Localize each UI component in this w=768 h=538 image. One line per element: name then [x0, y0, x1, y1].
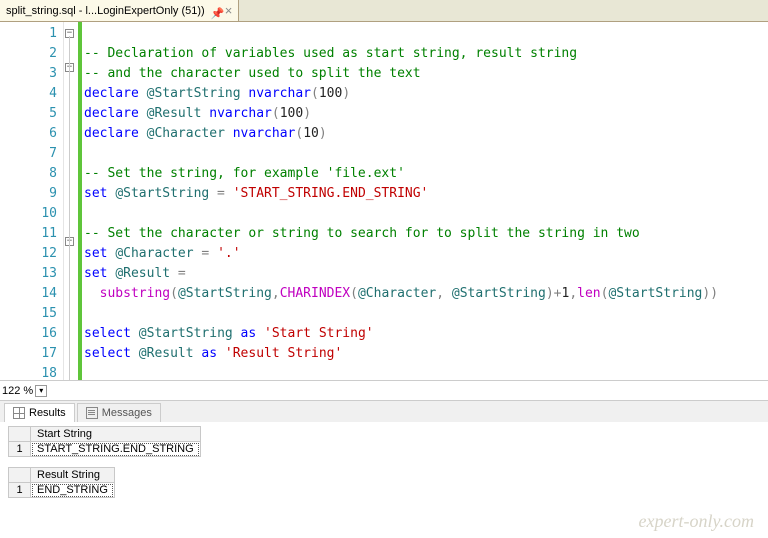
tab-messages-label: Messages: [102, 407, 152, 419]
pin-icon[interactable]: 📌: [211, 7, 219, 15]
line-number-gutter: 123 456 789 101112 131415 161718: [0, 22, 64, 380]
watermark: expert-only.com: [639, 511, 754, 532]
tab-results-label: Results: [29, 407, 66, 419]
close-icon[interactable]: ×: [225, 3, 233, 18]
tab-title: split_string.sql - l...LoginExpertOnly (…: [6, 5, 205, 17]
code-editor[interactable]: 123 456 789 101112 131415 161718 − − − -…: [0, 22, 768, 380]
tab-bar: split_string.sql - l...LoginExpertOnly (…: [0, 0, 768, 22]
result-cell[interactable]: START_STRING.END_STRING: [31, 442, 201, 457]
corner-cell: [9, 468, 31, 483]
results-pane: Start String 1START_STRING.END_STRING Re…: [0, 422, 768, 498]
tab-messages[interactable]: Messages: [77, 403, 161, 422]
column-header[interactable]: Result String: [31, 468, 115, 483]
messages-icon: [86, 407, 98, 419]
results-tab-bar: Results Messages: [0, 400, 768, 422]
zoom-bar: 122 % ▾: [0, 380, 768, 400]
result-grid-2[interactable]: Result String 1END_STRING: [8, 467, 115, 498]
result-cell[interactable]: END_STRING: [31, 483, 115, 498]
code-area[interactable]: -- Declaration of variables used as star…: [82, 22, 768, 380]
row-header[interactable]: 1: [9, 442, 31, 457]
zoom-dropdown[interactable]: ▾: [35, 385, 47, 397]
editor-tab[interactable]: split_string.sql - l...LoginExpertOnly (…: [0, 0, 239, 21]
zoom-value: 122 %: [2, 385, 33, 397]
grid-icon: [13, 407, 25, 419]
corner-cell: [9, 427, 31, 442]
fold-column: − − −: [64, 22, 78, 380]
tab-results[interactable]: Results: [4, 403, 75, 422]
column-header[interactable]: Start String: [31, 427, 201, 442]
row-header[interactable]: 1: [9, 483, 31, 498]
result-grid-1[interactable]: Start String 1START_STRING.END_STRING: [8, 426, 201, 457]
